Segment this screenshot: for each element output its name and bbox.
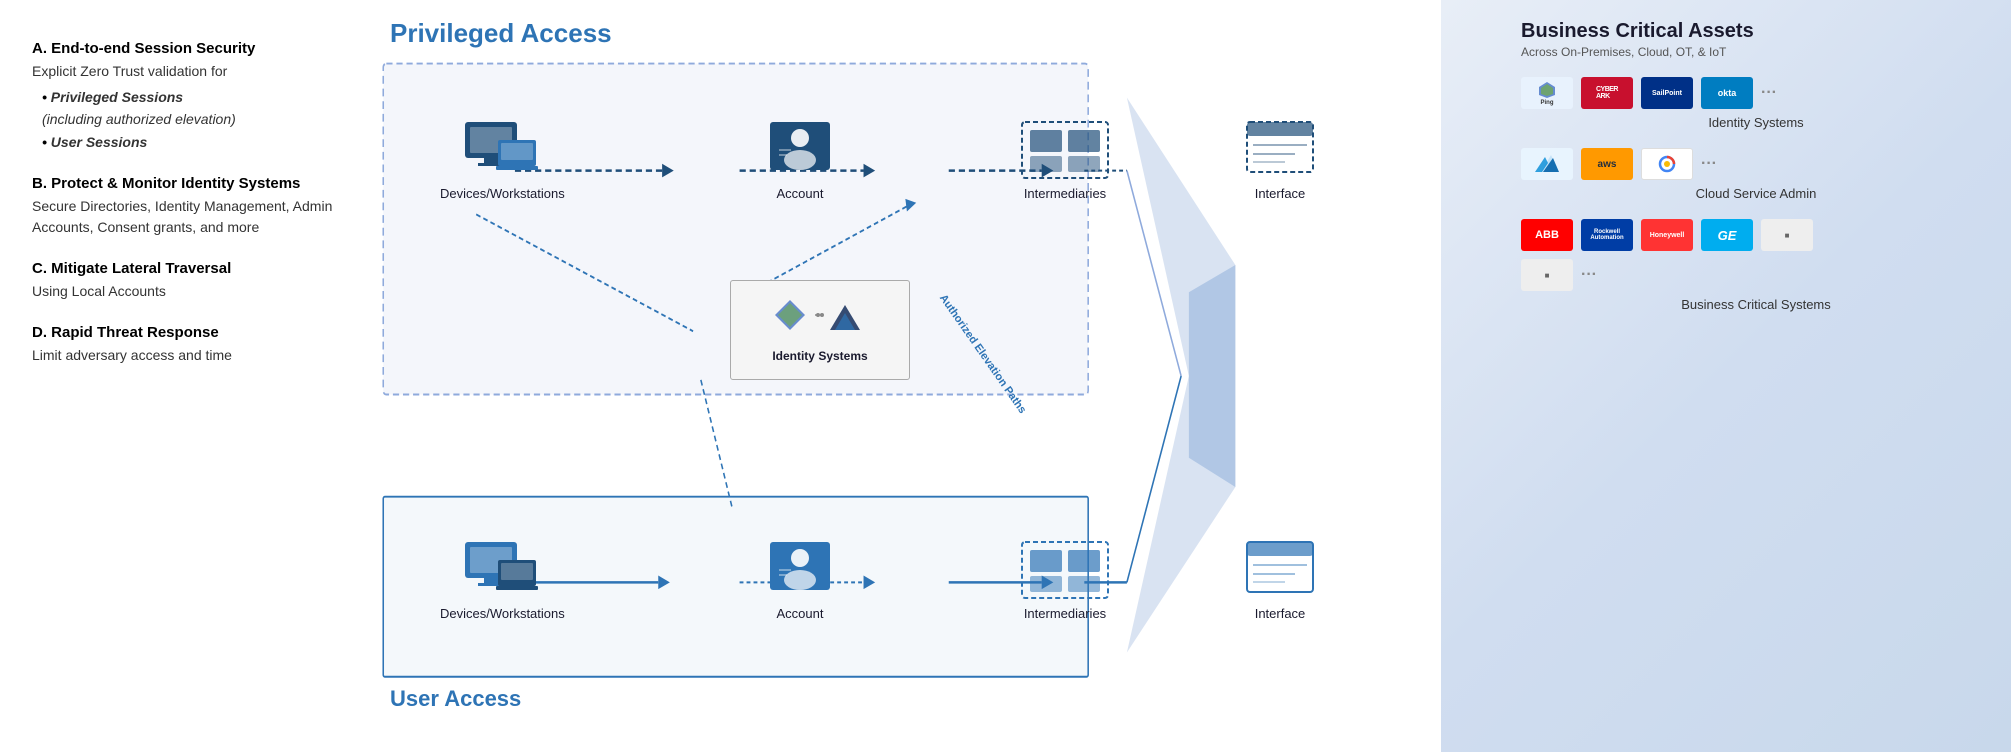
bca-logo-honeywell: Honeywell xyxy=(1641,219,1693,251)
privileged-intermediaries-node: Intermediaries xyxy=(1000,120,1130,203)
bca-ot-label: Business Critical Systems xyxy=(1521,297,1991,312)
user-interface-icon xyxy=(1245,540,1315,600)
bca-category-ot: ABB RockwellAutomation Honeywell GE ■ xyxy=(1521,219,1991,312)
diagram-container: Privileged Access User Access xyxy=(360,10,1491,742)
interface-icon xyxy=(1245,120,1315,180)
section-d-body: Limit adversary access and time xyxy=(32,345,336,366)
identity-systems-icon xyxy=(770,295,870,345)
section-a-body: Explicit Zero Trust validation for Privi… xyxy=(32,61,336,153)
main-diagram-area: Privileged Access User Access xyxy=(360,0,1491,752)
azure-icon xyxy=(1533,154,1561,174)
section-d-title: D. Rapid Threat Response xyxy=(32,324,336,341)
privileged-account-node: Account xyxy=(750,120,850,203)
privileged-interface-node: Interface xyxy=(1230,120,1330,203)
user-interface-node: Interface xyxy=(1230,540,1330,623)
bca-logo-okta: okta xyxy=(1701,77,1753,109)
bca-dots-cloud: ··· xyxy=(1701,155,1717,173)
bca-logo-generic2: ■ xyxy=(1521,259,1573,291)
bca-logos-identity: Ping CYBERARK SailPoint okta ··· xyxy=(1521,77,1991,109)
ping-icon xyxy=(1533,81,1561,99)
bca-identity-label: Identity Systems xyxy=(1521,115,1991,130)
intermediaries-icon xyxy=(1020,120,1110,180)
bca-dots-ot: ··· xyxy=(1581,266,1597,284)
user-account-label: Account xyxy=(750,606,850,623)
bca-cloud-label: Cloud Service Admin xyxy=(1521,186,1991,201)
identity-systems-label: Identity Systems xyxy=(772,349,867,365)
user-device-icon xyxy=(460,540,540,600)
section-a-title: A. End-to-end Session Security xyxy=(32,40,336,57)
bca-logos-cloud: aws ··· xyxy=(1521,148,1991,180)
bullet-privileged-sessions: Privileged Sessions (including authorize… xyxy=(42,86,336,131)
user-intermediaries-label: Intermediaries xyxy=(1000,606,1130,623)
bca-logo-gcp xyxy=(1641,148,1693,180)
identity-systems-box: Identity Systems xyxy=(730,280,910,380)
bca-logo-azure xyxy=(1521,148,1573,180)
device-icon xyxy=(460,120,540,180)
section-a: A. End-to-end Session Security Explicit … xyxy=(32,40,336,153)
account-icon xyxy=(765,120,835,180)
user-device-node: Devices/Workstations xyxy=(440,540,560,623)
bca-logo-sailpoint: SailPoint xyxy=(1641,77,1693,109)
gcp-icon xyxy=(1653,154,1681,174)
bca-subtitle: Across On-Premises, Cloud, OT, & IoT xyxy=(1521,45,1991,59)
bullet-user-sessions: User Sessions xyxy=(42,131,336,153)
bca-logo-generic1: ■ xyxy=(1761,219,1813,251)
user-device-label: Devices/Workstations xyxy=(440,606,560,623)
privileged-device-node: Devices/Workstations xyxy=(440,120,560,203)
title-privileged: Privileged Access xyxy=(390,18,612,49)
bca-logo-rockwell: RockwellAutomation xyxy=(1581,219,1633,251)
section-c: C. Mitigate Lateral Traversal Using Loca… xyxy=(32,260,336,302)
privileged-interface-label: Interface xyxy=(1230,186,1330,203)
bca-logo-abb: ABB xyxy=(1521,219,1573,251)
user-account-icon xyxy=(765,540,835,600)
user-intermediaries-node: Intermediaries xyxy=(1000,540,1130,623)
section-c-title: C. Mitigate Lateral Traversal xyxy=(32,260,336,277)
bca-category-identity: Ping CYBERARK SailPoint okta ··· Identit… xyxy=(1521,77,1991,130)
section-c-body: Using Local Accounts xyxy=(32,281,336,302)
bca-logo-cyberark: CYBERARK xyxy=(1581,77,1633,109)
section-b: B. Protect & Monitor Identity Systems Se… xyxy=(32,175,336,238)
bca-logo-ge: GE xyxy=(1701,219,1753,251)
privileged-intermediaries-label: Intermediaries xyxy=(1000,186,1130,203)
section-d: D. Rapid Threat Response Limit adversary… xyxy=(32,324,336,366)
user-intermediaries-icon xyxy=(1020,540,1110,600)
section-b-body: Secure Directories, Identity Management,… xyxy=(32,196,336,238)
bca-dots-identity: ··· xyxy=(1761,84,1777,102)
bca-logo-ping: Ping xyxy=(1521,77,1573,109)
title-user: User Access xyxy=(390,686,521,712)
user-interface-label: Interface xyxy=(1230,606,1330,623)
section-b-title: B. Protect & Monitor Identity Systems xyxy=(32,175,336,192)
elevation-label: Authorized Elevation Paths xyxy=(935,290,1031,417)
bca-panel: Business Critical Assets Across On-Premi… xyxy=(1491,0,2011,752)
user-account-node: Account xyxy=(750,540,850,623)
bca-category-cloud: aws ··· Cloud Service Admin xyxy=(1521,148,1991,201)
privileged-device-label: Devices/Workstations xyxy=(440,186,560,203)
bca-logo-aws: aws xyxy=(1581,148,1633,180)
bca-content: Business Critical Assets Across On-Premi… xyxy=(1521,20,1991,312)
bca-logos-ot: ABB RockwellAutomation Honeywell GE ■ xyxy=(1521,219,1841,291)
privileged-account-label: Account xyxy=(750,186,850,203)
bca-title: Business Critical Assets xyxy=(1521,20,1991,43)
left-panel: A. End-to-end Session Security Explicit … xyxy=(0,0,360,752)
